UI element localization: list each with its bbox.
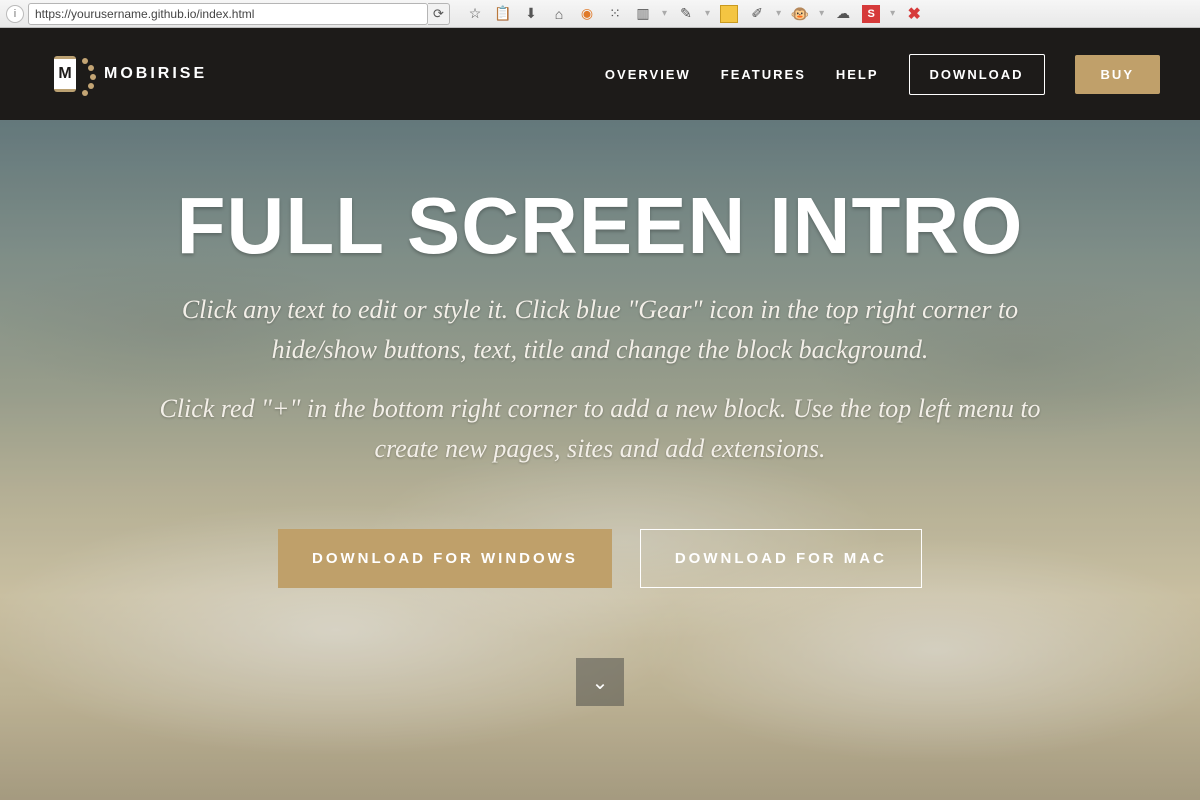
eyedropper-icon[interactable]: ✐	[748, 5, 766, 23]
dropdown-caret-icon[interactable]: ▾	[662, 8, 667, 19]
hero-section: FULL SCREEN INTRO Click any text to edit…	[0, 120, 1200, 800]
color-dots-icon[interactable]: ⁙	[606, 5, 624, 23]
chevron-down-icon: ⌄	[592, 670, 609, 695]
x-extension-icon[interactable]: ✖	[905, 5, 923, 23]
browser-chrome: i https://yourusername.github.io/index.h…	[0, 0, 1200, 28]
brand[interactable]: M MOBIRISE	[50, 54, 207, 94]
primary-nav: OVERVIEW FEATURES HELP DOWNLOAD BUY	[605, 54, 1160, 95]
chat-icon[interactable]: ☁	[834, 5, 852, 23]
hero-title[interactable]: FULL SCREEN INTRO	[177, 180, 1024, 272]
page-info-icon[interactable]: i	[6, 5, 24, 23]
nav-download-button[interactable]: DOWNLOAD	[909, 54, 1045, 95]
address-bar[interactable]: https://yourusername.github.io/index.htm…	[28, 3, 428, 25]
mobirise-logo-icon: M	[50, 54, 90, 94]
brand-name: MOBIRISE	[104, 65, 207, 83]
duckduckgo-icon[interactable]: ◉	[578, 5, 596, 23]
download-mac-button[interactable]: DOWNLOAD FOR MAC	[640, 529, 922, 588]
cta-row: DOWNLOAD FOR WINDOWS DOWNLOAD FOR MAC	[278, 529, 922, 588]
brush-icon[interactable]: ✎	[677, 5, 695, 23]
nav-features[interactable]: FEATURES	[721, 67, 806, 82]
dropdown-caret-icon[interactable]: ▾	[890, 8, 895, 19]
tampermonkey-icon[interactable]: 🐵	[791, 5, 809, 23]
nav-help[interactable]: HELP	[836, 67, 879, 82]
home-icon[interactable]: ⌂	[550, 5, 568, 23]
reload-button[interactable]: ⟳	[428, 3, 450, 25]
dropdown-caret-icon[interactable]: ▾	[705, 8, 710, 19]
star-icon[interactable]: ☆	[466, 5, 484, 23]
site-header: M MOBIRISE OVERVIEW FEATURES HELP DOWNLO…	[0, 28, 1200, 120]
nav-overview[interactable]: OVERVIEW	[605, 67, 691, 82]
download-arrow-icon[interactable]: ⬇	[522, 5, 540, 23]
dropdown-caret-icon[interactable]: ▾	[776, 8, 781, 19]
download-windows-button[interactable]: DOWNLOAD FOR WINDOWS	[278, 529, 612, 588]
scroll-down-button[interactable]: ⌄	[576, 658, 624, 706]
s-extension-icon[interactable]: S	[862, 5, 880, 23]
clipboard-icon[interactable]: 📋	[494, 5, 512, 23]
browser-toolbar: ☆ 📋 ⬇ ⌂ ◉ ⁙ ▥ ▾ ✎ ▾ ✐ ▾ 🐵 ▾ ☁ S ▾ ✖	[466, 5, 923, 23]
dropdown-caret-icon[interactable]: ▾	[819, 8, 824, 19]
archive-icon[interactable]: ▥	[634, 5, 652, 23]
nav-buy-button[interactable]: BUY	[1075, 55, 1160, 94]
hero-paragraph-1[interactable]: Click any text to edit or style it. Clic…	[150, 290, 1050, 371]
ruler-icon[interactable]	[720, 5, 738, 23]
url-text: https://yourusername.github.io/index.htm…	[35, 7, 254, 21]
hero-paragraph-2[interactable]: Click red "+" in the bottom right corner…	[150, 389, 1050, 470]
